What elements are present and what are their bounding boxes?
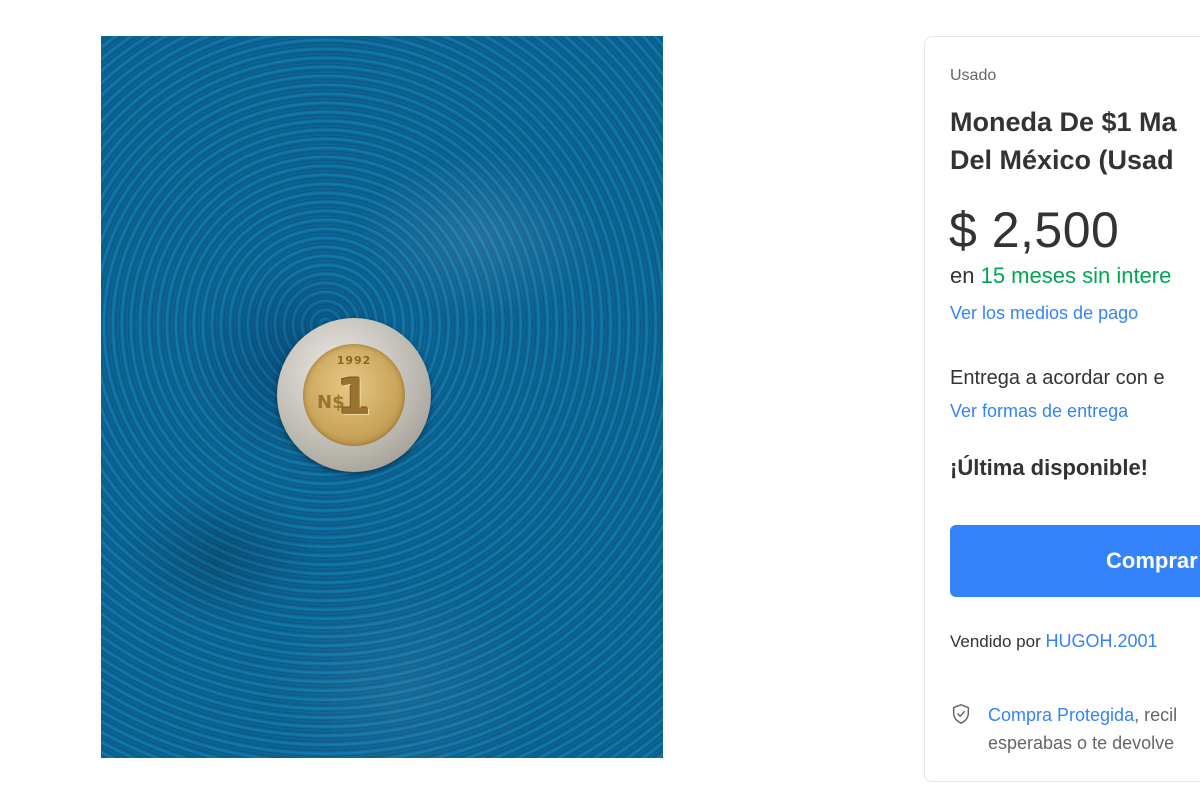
product-price: $ 2,500 bbox=[949, 202, 1120, 258]
seller-prefix: Vendido por bbox=[950, 632, 1041, 651]
coin-center: 1992 N$ 1 bbox=[303, 344, 405, 446]
seller-info: Vendido por HUGOH.2001 bbox=[950, 631, 1158, 652]
seller-name-link[interactable]: HUGOH.2001 bbox=[1045, 631, 1157, 651]
shield-check-icon bbox=[952, 704, 970, 724]
protection-text: Compra Protegida, recil esperabas o te d… bbox=[988, 701, 1177, 757]
buy-button[interactable]: Comprar bbox=[950, 525, 1200, 597]
coin-image: 1992 N$ 1 bbox=[277, 318, 431, 472]
coin-year: 1992 bbox=[336, 354, 372, 367]
product-title-line-1: Moneda De $1 Ma bbox=[950, 107, 1177, 137]
payment-methods-link[interactable]: Ver los medios de pago bbox=[950, 303, 1138, 324]
installments-prefix: en bbox=[950, 263, 981, 288]
delivery-info: Entrega a acordar con e bbox=[950, 367, 1165, 389]
protection-link[interactable]: Compra Protegida bbox=[988, 705, 1134, 725]
product-page: 1992 N$ 1 Usado Moneda De $1 Ma Del Méxi… bbox=[0, 0, 1200, 800]
delivery-options-link[interactable]: Ver formas de entrega bbox=[950, 401, 1128, 422]
installments-info: en 15 meses sin intere bbox=[950, 263, 1171, 289]
purchase-card: Usado Moneda De $1 Ma Del México (Usad $… bbox=[924, 36, 1200, 782]
protection-text-rest: , recil bbox=[1134, 705, 1178, 725]
product-image[interactable]: 1992 N$ 1 bbox=[101, 36, 663, 758]
product-title-line-2: Del México (Usad bbox=[950, 145, 1174, 175]
product-title: Moneda De $1 Ma Del México (Usad bbox=[950, 103, 1200, 179]
item-condition: Usado bbox=[950, 67, 997, 84]
stock-status: ¡Última disponible! bbox=[950, 455, 1148, 480]
coin-denomination: 1 bbox=[336, 368, 372, 426]
installments-highlight: 15 meses sin intere bbox=[980, 263, 1172, 288]
protection-text-line-2: esperabas o te devolve bbox=[988, 733, 1175, 753]
